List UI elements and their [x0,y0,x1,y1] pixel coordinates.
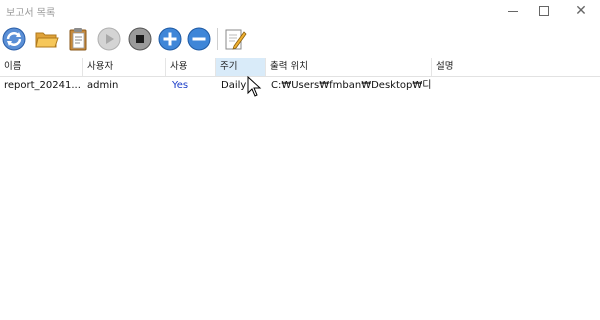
close-button[interactable]: ✕ [564,0,598,22]
minimize-icon [508,10,518,12]
toolbar-separator [217,28,218,50]
list-header: 이름 사용자 사용 주기 출력 위치 설명 [0,58,600,77]
remove-button[interactable] [185,25,213,53]
table-row[interactable]: report_20241... admin Yes Daily C:₩Users… [0,77,600,95]
cell-user: admin [87,80,119,91]
run-button[interactable] [95,25,123,53]
cell-output: C:₩Users₩fmban₩Desktop₩디... [271,80,432,91]
column-header-name[interactable]: 이름 [0,58,83,76]
refresh-button[interactable] [0,25,28,53]
cell-enabled: Yes [172,80,189,91]
edit-button[interactable] [221,25,249,53]
close-icon: ✕ [575,3,587,19]
column-header-output[interactable]: 출력 위치 [266,58,432,76]
column-header-description[interactable]: 설명 [432,58,600,76]
open-folder-button[interactable] [33,25,61,53]
column-header-user[interactable]: 사용자 [83,58,166,76]
mouse-pointer-icon [247,76,262,97]
minus-icon [187,27,211,51]
cell-description [432,77,600,95]
column-header-period[interactable]: 주기 [216,58,266,76]
title-bar: 보고서 목록 ✕ [0,0,600,22]
report-list[interactable]: 이름 사용자 사용 주기 출력 위치 설명 report_20241... ad… [0,58,600,320]
maximize-button[interactable] [527,0,561,22]
clipboard-icon [69,28,87,51]
folder-open-icon [35,32,59,48]
stop-icon [128,27,152,51]
edit-icon [225,29,247,50]
refresh-icon [2,27,26,51]
play-icon [97,27,121,51]
window-title: 보고서 목록 [6,8,56,19]
minimize-button[interactable] [496,0,530,22]
plus-icon [158,27,182,51]
column-header-enabled[interactable]: 사용 [166,58,216,76]
stop-button[interactable] [126,25,154,53]
toolbar [0,22,600,56]
clipboard-button[interactable] [64,25,92,53]
maximize-icon [539,6,549,16]
add-button[interactable] [156,25,184,53]
cell-name: report_20241... [4,80,81,91]
